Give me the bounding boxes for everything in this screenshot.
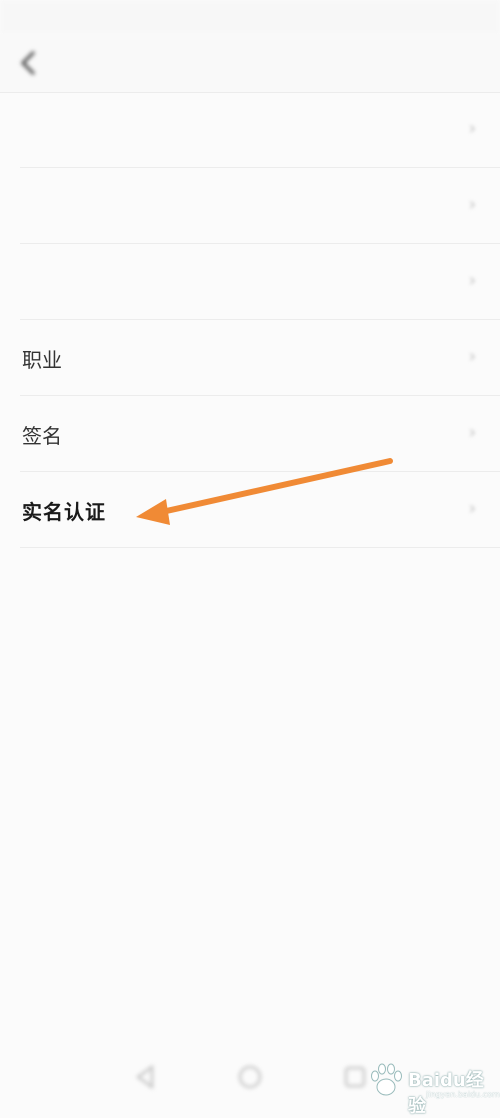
list-item-signature[interactable]: 签名 › [20,396,500,472]
row-label-occupation: 职业 [22,348,62,372]
home-circle-icon[interactable] [235,1062,265,1092]
row-label-signature: 签名 [22,424,62,448]
paw-logo-icon [371,1063,402,1096]
chevron-right-icon: › [468,118,476,139]
list-item-3[interactable]: › [20,244,500,320]
back-triangle-icon[interactable] [130,1062,160,1092]
baidu-watermark: Baidu经验 jingyan.baidu.com [366,1058,500,1117]
list-item-1[interactable]: › [20,92,500,168]
chevron-left-icon[interactable] [16,48,42,78]
list-item-2[interactable]: › [20,168,500,244]
row-label-real-name-verification: 实名认证 [22,500,106,524]
chevron-right-icon: › [468,498,476,519]
chevron-right-icon: › [468,194,476,215]
watermark-url: jingyan.baidu.com [426,1090,500,1099]
profile-settings-list: › › › 职业 › 签名 › 实名认证 › [0,92,500,548]
header-bar [0,34,500,93]
chevron-right-icon: › [468,270,476,291]
status-bar [0,0,500,34]
chevron-right-icon: › [468,422,476,443]
list-item-occupation[interactable]: 职业 › [20,320,500,396]
list-item-real-name-verification[interactable]: 实名认证 › [20,472,500,548]
chevron-right-icon: › [468,346,476,367]
